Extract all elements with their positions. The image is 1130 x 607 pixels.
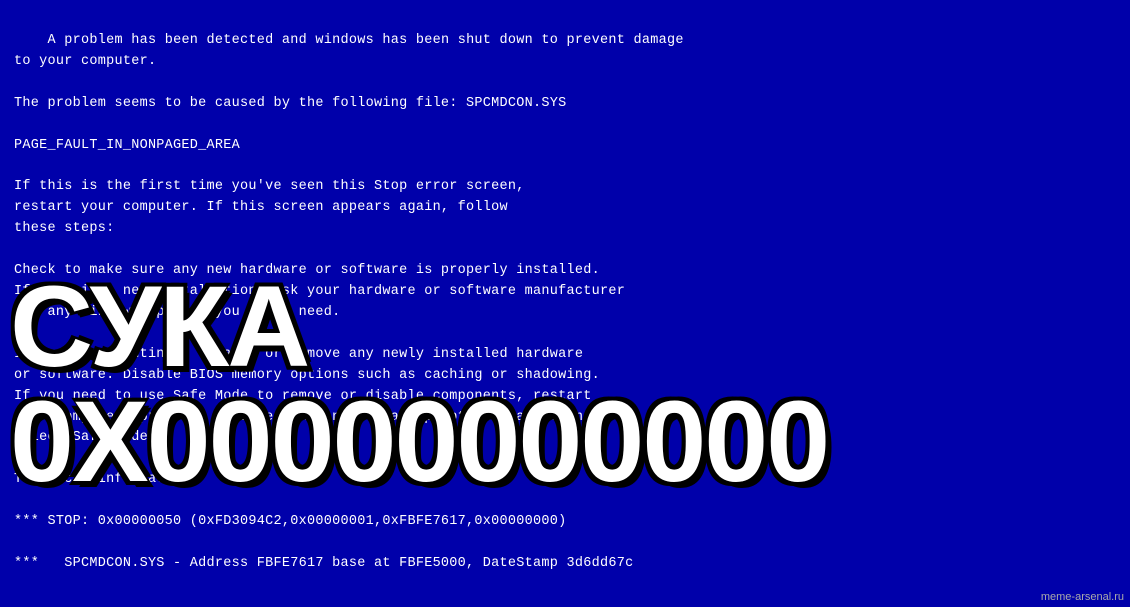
- line9: restart your computer. If this screen ap…: [14, 200, 508, 215]
- line26: *** SPCMDCON.SYS - Address FBFE7617 base…: [14, 556, 633, 571]
- watermark: meme-arsenal.ru: [1041, 591, 1124, 603]
- line4: The problem seems to be caused by the fo…: [14, 96, 567, 111]
- line8: If this is the first time you've seen th…: [14, 179, 525, 194]
- line1: A problem has been detected and windows …: [48, 33, 684, 48]
- line10: these steps:: [14, 221, 114, 236]
- meme-overlay-text: СУКА 0X00000000000: [0, 270, 1130, 500]
- line24: *** STOP: 0x00000050 (0xFD3094C2,0x00000…: [14, 514, 567, 529]
- line2: to your computer.: [14, 54, 156, 69]
- bsod-screen: A problem has been detected and windows …: [0, 0, 1130, 607]
- line6: PAGE_FAULT_IN_NONPAGED_AREA: [14, 138, 240, 153]
